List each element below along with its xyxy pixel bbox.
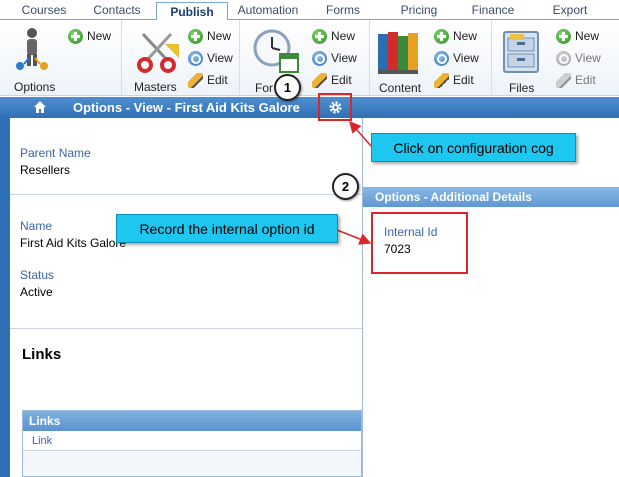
ribbon-options-label[interactable]: Options (14, 80, 55, 94)
tab-publish[interactable]: Publish (156, 2, 228, 21)
tab-pricing[interactable]: Pricing (398, 3, 440, 17)
options-people-icon[interactable] (14, 26, 50, 74)
ribbon-toolbar: Options New Masters New View Edit For Ne… (0, 20, 619, 96)
masters-scissors-icon[interactable] (135, 30, 179, 74)
internal-id-highlight-box (371, 212, 468, 274)
name-label: Name (20, 219, 53, 233)
plus-icon (556, 28, 571, 44)
magnifier-icon (312, 50, 327, 66)
masters-edit-button[interactable]: Edit (188, 72, 228, 88)
ribbon-group-content: Content New View Edit (370, 20, 492, 96)
content-view-button[interactable]: View (434, 50, 479, 66)
content-edit-button[interactable]: Edit (434, 72, 474, 88)
tab-contacts[interactable]: Contacts (91, 3, 143, 17)
plus-icon (188, 28, 203, 44)
masters-new-button[interactable]: New (188, 28, 231, 44)
left-accent-strip (0, 118, 10, 477)
options-new-button[interactable]: New (68, 28, 111, 44)
tab-export[interactable]: Export (548, 3, 592, 17)
files-view-button[interactable]: View (556, 50, 601, 66)
ribbon-group-forms: For New View Edit (240, 20, 370, 96)
callout-click-cog: Click on configuration cog (371, 133, 576, 162)
name-value: First Aid Kits Galore (20, 236, 127, 250)
parent-name-label: Parent Name (20, 146, 91, 160)
pencil-icon (434, 72, 449, 88)
page-header-bar: Options - View - First Aid Kits Galore (0, 97, 619, 118)
ribbon-group-options: Options New (0, 20, 122, 96)
forms-edit-button[interactable]: Edit (312, 72, 352, 88)
ribbon-group-masters: Masters New View Edit (122, 20, 240, 96)
magnifier-icon (188, 50, 203, 66)
pencil-icon (312, 72, 327, 88)
files-new-button[interactable]: New (556, 28, 599, 44)
tab-automation[interactable]: Automation (234, 3, 302, 17)
step-badge-2: 2 (332, 173, 359, 200)
ribbon-masters-label[interactable]: Masters (134, 80, 177, 94)
pencil-icon (188, 72, 203, 88)
callout-record-internal-id: Record the internal option id (116, 214, 338, 243)
files-edit-button[interactable]: Edit (556, 72, 596, 88)
magnifier-icon (434, 50, 449, 66)
files-cabinet-icon[interactable] (502, 30, 540, 74)
plus-icon (312, 28, 327, 44)
forms-clock-calendar-icon[interactable] (252, 28, 300, 74)
link-column-header[interactable]: Link (23, 431, 361, 451)
plus-icon (68, 28, 83, 44)
cog-highlight-box (318, 93, 352, 121)
ribbon-group-files: Files New View Edit (492, 20, 619, 96)
additional-details-header: Options - Additional Details (363, 187, 619, 207)
links-panel-title: Links (23, 411, 361, 431)
content-new-button[interactable]: New (434, 28, 477, 44)
forms-new-button[interactable]: New (312, 28, 355, 44)
links-heading: Links (22, 346, 62, 363)
plus-icon (434, 28, 449, 44)
home-icon[interactable] (33, 100, 47, 114)
ribbon-forms-label[interactable]: For (255, 81, 273, 95)
status-value: Active (20, 285, 53, 299)
page-title: Options - View - First Aid Kits Galore (73, 100, 300, 115)
parent-name-value: Resellers (20, 163, 71, 177)
tab-forms[interactable]: Forms (322, 3, 364, 17)
content-books-icon[interactable] (376, 28, 420, 76)
ribbon-content-label[interactable]: Content (379, 81, 421, 95)
masters-view-button[interactable]: View (188, 50, 233, 66)
forms-view-button[interactable]: View (312, 50, 357, 66)
panel-separator (362, 118, 363, 477)
status-label: Status (20, 268, 55, 282)
divider (10, 328, 362, 329)
arrow-to-internal-id (336, 229, 372, 245)
magnifier-icon (556, 50, 571, 66)
tab-finance[interactable]: Finance (468, 3, 518, 17)
main-tab-bar: Courses Contacts Publish Automation Form… (0, 0, 619, 21)
step-badge-1: 1 (274, 74, 301, 101)
divider (10, 194, 362, 195)
links-panel: Links Link (22, 410, 362, 477)
arrow-to-cog (349, 120, 372, 147)
pencil-icon (556, 72, 571, 88)
tab-courses[interactable]: Courses (18, 3, 70, 17)
ribbon-files-label[interactable]: Files (509, 81, 534, 95)
